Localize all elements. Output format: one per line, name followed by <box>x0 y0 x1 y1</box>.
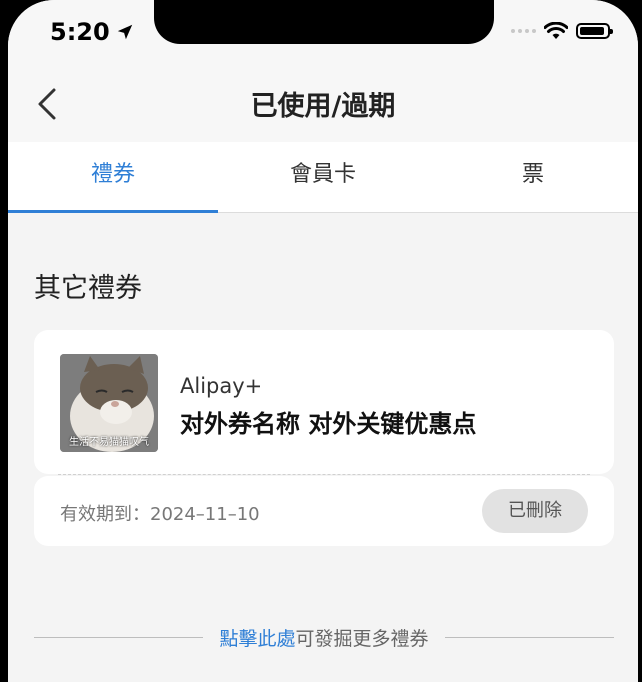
tab-coupons[interactable]: 禮券 <box>8 142 218 213</box>
status-bar: 5:20 <box>8 0 638 62</box>
footer-text: 點擊此處可發掘更多禮券 <box>203 624 444 651</box>
card-divider <box>58 474 590 475</box>
status-icons <box>511 22 613 40</box>
footer-line-left <box>34 636 204 638</box>
tab-bar: 禮券 會員卡 票 <box>8 142 638 213</box>
thumbnail-caption: 生活不易猫猫叹气 <box>69 437 149 448</box>
page-title: 已使用/過期 <box>250 91 396 122</box>
coupon-card[interactable]: 生活不易猫猫叹气 Alipay+ 对外券名称 对外关键优惠点 <box>34 330 614 474</box>
battery-icon <box>576 23 613 39</box>
wifi-icon <box>544 22 568 39</box>
navigation-bar: 已使用/過期 <box>8 62 638 142</box>
footer-line-right <box>444 636 614 638</box>
location-arrow-icon <box>117 24 132 40</box>
coupon-name: 对外券名称 对外关键优惠点 <box>180 410 477 438</box>
tab-membership-cards[interactable]: 會員卡 <box>218 142 428 212</box>
footer-suffix: 可發掘更多禮券 <box>295 627 429 650</box>
discover-more-footer: 點擊此處可發掘更多禮券 <box>34 622 614 652</box>
time-text: 5:20 <box>50 18 110 46</box>
status-badge: 已刪除 <box>482 489 588 533</box>
coupon-card-footer: 有效期到：2024–11–10 已刪除 <box>34 476 614 546</box>
coupon-brand: Alipay+ <box>180 374 263 398</box>
status-time: 5:20 <box>50 18 134 46</box>
phone-screen: 5:20 已使用/過期 禮券 會員卡 票 其它禮券 生活不易猫猫叹气 Alipa… <box>8 0 638 682</box>
signal-dots-icon <box>511 29 536 33</box>
discover-link[interactable]: 點擊此處 <box>219 628 295 650</box>
tab-tickets[interactable]: 票 <box>428 142 638 212</box>
coupon-thumbnail: 生活不易猫猫叹气 <box>60 354 158 452</box>
coupon-validity: 有效期到：2024–11–10 <box>60 504 260 525</box>
notch <box>154 0 494 44</box>
section-title: 其它禮券 <box>34 273 142 304</box>
